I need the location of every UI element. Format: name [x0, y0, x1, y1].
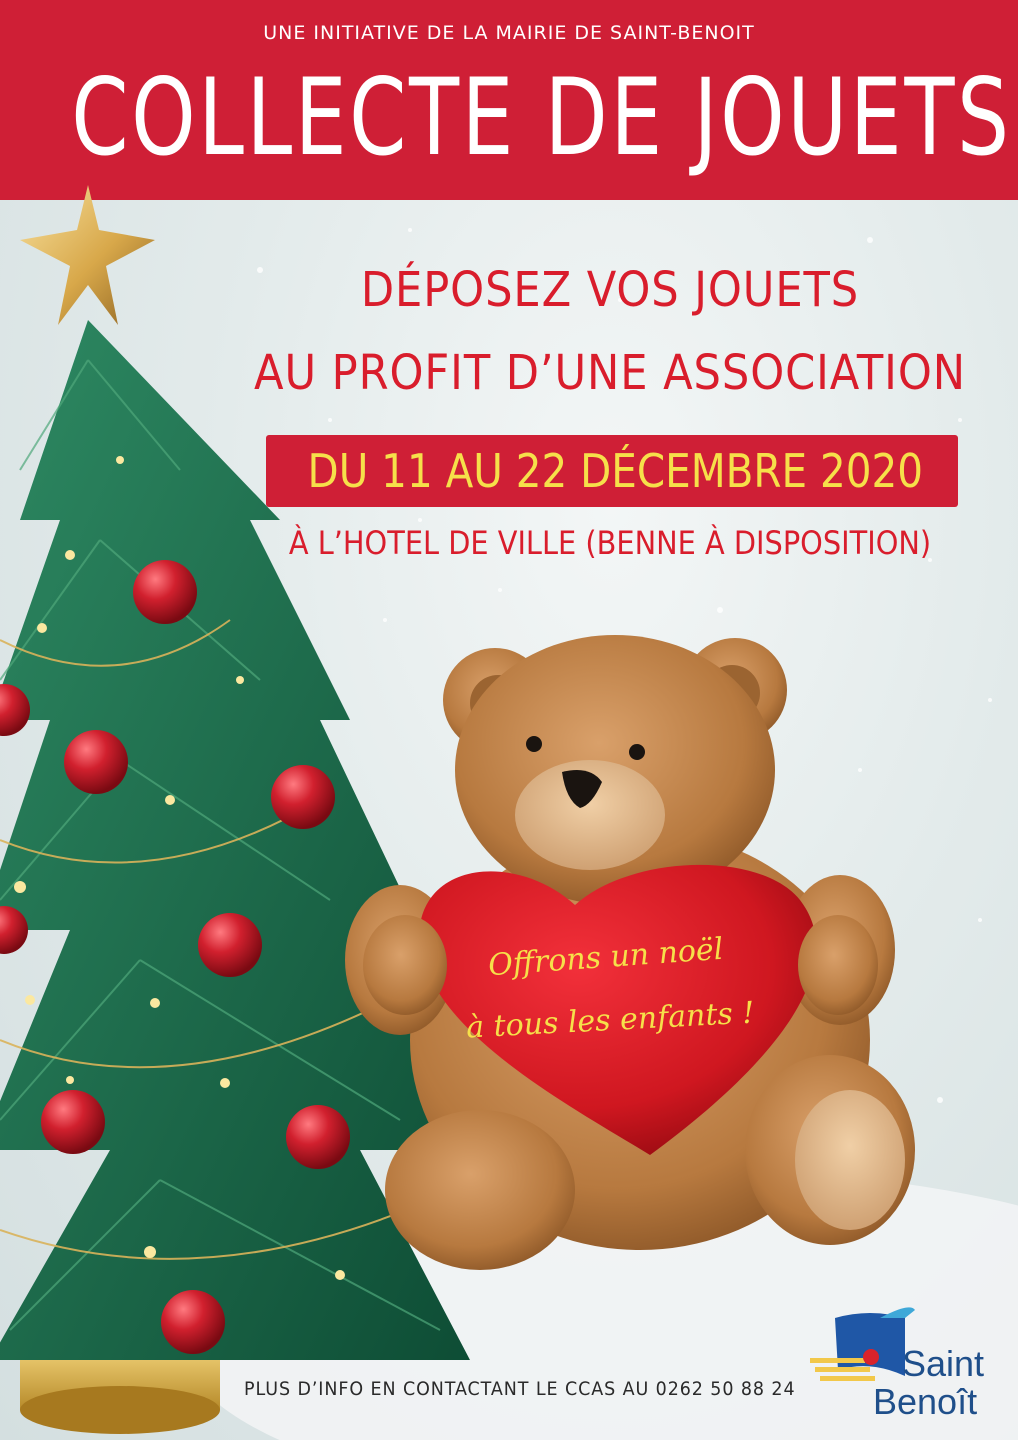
logo-text-benoit: Benoît: [873, 1381, 978, 1422]
logo-text-saint: Saint: [902, 1343, 985, 1384]
saint-benoit-logo-icon: [810, 1307, 915, 1381]
